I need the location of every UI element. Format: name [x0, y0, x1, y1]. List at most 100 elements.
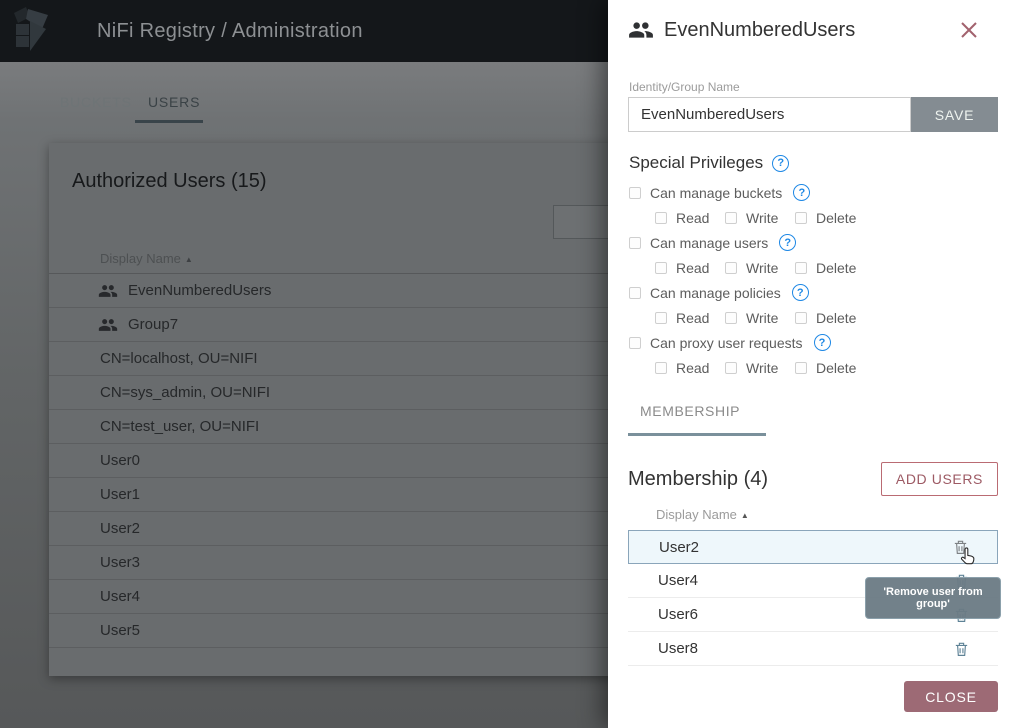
- display-name-column-header[interactable]: Display Name ▲: [100, 251, 193, 266]
- privilege-label[interactable]: Can proxy user requests: [650, 335, 803, 351]
- checkbox[interactable]: [725, 312, 737, 324]
- privilege-options: Read Write Delete: [629, 255, 998, 280]
- checkbox[interactable]: [795, 362, 807, 374]
- admin-tabs: BUCKETS USERS: [0, 62, 608, 132]
- member-label: User2: [659, 539, 699, 556]
- option-delete[interactable]: Delete: [795, 310, 865, 326]
- close-icon[interactable]: [957, 18, 981, 42]
- checkbox[interactable]: [629, 237, 641, 249]
- privilege-label[interactable]: Can manage policies: [650, 285, 781, 301]
- option-label: Read: [676, 210, 709, 226]
- member-label: User4: [658, 572, 698, 589]
- option-label: Write: [746, 210, 778, 226]
- active-tab-underline: [135, 120, 203, 123]
- special-privileges-title: Special Privileges: [629, 153, 763, 173]
- row-label: User1: [100, 486, 140, 503]
- nifi-registry-logo-icon: [12, 7, 58, 57]
- option-write[interactable]: Write: [725, 210, 795, 226]
- group-icon: [98, 281, 118, 301]
- row-label: CN=localhost, OU=NIFI: [100, 350, 258, 367]
- help-icon[interactable]: ?: [814, 334, 831, 351]
- help-icon[interactable]: ?: [779, 234, 796, 251]
- option-label: Write: [746, 260, 778, 276]
- tab-buckets[interactable]: BUCKETS: [60, 94, 132, 110]
- row-label: User4: [100, 588, 140, 605]
- option-write[interactable]: Write: [725, 260, 795, 276]
- row-label: User2: [100, 520, 140, 537]
- checkbox[interactable]: [795, 212, 807, 224]
- column-header-label: Display Name: [100, 251, 181, 266]
- checkbox[interactable]: [629, 187, 641, 199]
- add-users-button[interactable]: ADD USERS: [881, 462, 998, 496]
- page-title: NiFi Registry / Administration: [97, 0, 363, 62]
- privilege-label[interactable]: Can manage users: [650, 235, 768, 251]
- membership-column-header[interactable]: Display Name▲: [656, 507, 749, 522]
- option-delete[interactable]: Delete: [795, 360, 865, 376]
- drawer-title: EvenNumberedUsers: [664, 19, 855, 42]
- privilege-can-manage-policies: Can manage policies ?: [629, 280, 998, 305]
- row-label: User5: [100, 622, 140, 639]
- remove-user-icon[interactable]: [953, 640, 970, 658]
- privilege-label[interactable]: Can manage buckets: [650, 185, 782, 201]
- checkbox[interactable]: [725, 362, 737, 374]
- privilege-options: Read Write Delete: [629, 305, 998, 330]
- group-icon: [98, 315, 118, 335]
- row-label: User0: [100, 452, 140, 469]
- help-icon[interactable]: ?: [793, 184, 810, 201]
- help-icon[interactable]: ?: [772, 155, 789, 172]
- checkbox[interactable]: [655, 212, 667, 224]
- save-button[interactable]: SAVE: [911, 97, 998, 132]
- option-label: Read: [676, 360, 709, 376]
- column-header-label: Display Name: [656, 507, 737, 522]
- nifi-registry-app: NiFi Registry / Administration BUCKETS U…: [0, 0, 1023, 728]
- option-read[interactable]: Read: [655, 210, 725, 226]
- option-read[interactable]: Read: [655, 310, 725, 326]
- member-row-selected[interactable]: User2: [628, 530, 998, 564]
- member-label: User6: [658, 606, 698, 623]
- row-label: EvenNumberedUsers: [128, 282, 271, 299]
- privilege-can-manage-buckets: Can manage buckets ?: [629, 180, 998, 205]
- option-label: Delete: [816, 260, 856, 276]
- drawer-title-row: EvenNumberedUsers: [628, 16, 998, 44]
- group-icon: [628, 17, 654, 43]
- remove-user-icon[interactable]: [952, 538, 969, 556]
- option-label: Delete: [816, 360, 856, 376]
- remove-user-tooltip: 'Remove user from group': [865, 577, 1001, 619]
- privilege-options: Read Write Delete: [629, 205, 998, 230]
- checkbox[interactable]: [655, 262, 667, 274]
- option-label: Read: [676, 260, 709, 276]
- membership-header: Membership (4) ADD USERS: [628, 462, 998, 496]
- identity-name-input[interactable]: [628, 97, 911, 132]
- row-label: CN=sys_admin, OU=NIFI: [100, 384, 270, 401]
- member-row[interactable]: User8: [628, 632, 998, 666]
- option-delete[interactable]: Delete: [795, 210, 865, 226]
- option-write[interactable]: Write: [725, 360, 795, 376]
- privilege-can-proxy-user-requests: Can proxy user requests ?: [629, 330, 998, 355]
- close-button[interactable]: CLOSE: [904, 681, 998, 712]
- checkbox[interactable]: [795, 262, 807, 274]
- member-label: User8: [658, 640, 698, 657]
- checkbox[interactable]: [655, 362, 667, 374]
- checkbox[interactable]: [795, 312, 807, 324]
- option-delete[interactable]: Delete: [795, 260, 865, 276]
- group-detail-drawer: EvenNumberedUsers Identity/Group Name SA…: [608, 0, 1023, 728]
- option-label: Read: [676, 310, 709, 326]
- sort-asc-icon: ▲: [185, 255, 193, 264]
- option-label: Write: [746, 310, 778, 326]
- option-label: Delete: [816, 210, 856, 226]
- tab-membership[interactable]: MEMBERSHIP: [628, 403, 766, 436]
- identity-name-label: Identity/Group Name: [629, 80, 740, 94]
- row-label: Group7: [128, 316, 178, 333]
- option-write[interactable]: Write: [725, 310, 795, 326]
- tab-users[interactable]: USERS: [148, 94, 200, 110]
- option-read[interactable]: Read: [655, 260, 725, 276]
- checkbox[interactable]: [629, 337, 641, 349]
- checkbox[interactable]: [725, 262, 737, 274]
- checkbox[interactable]: [629, 287, 641, 299]
- row-label: User3: [100, 554, 140, 571]
- help-icon[interactable]: ?: [792, 284, 809, 301]
- authorized-users-title: Authorized Users (15): [72, 170, 267, 193]
- checkbox[interactable]: [655, 312, 667, 324]
- checkbox[interactable]: [725, 212, 737, 224]
- option-read[interactable]: Read: [655, 360, 725, 376]
